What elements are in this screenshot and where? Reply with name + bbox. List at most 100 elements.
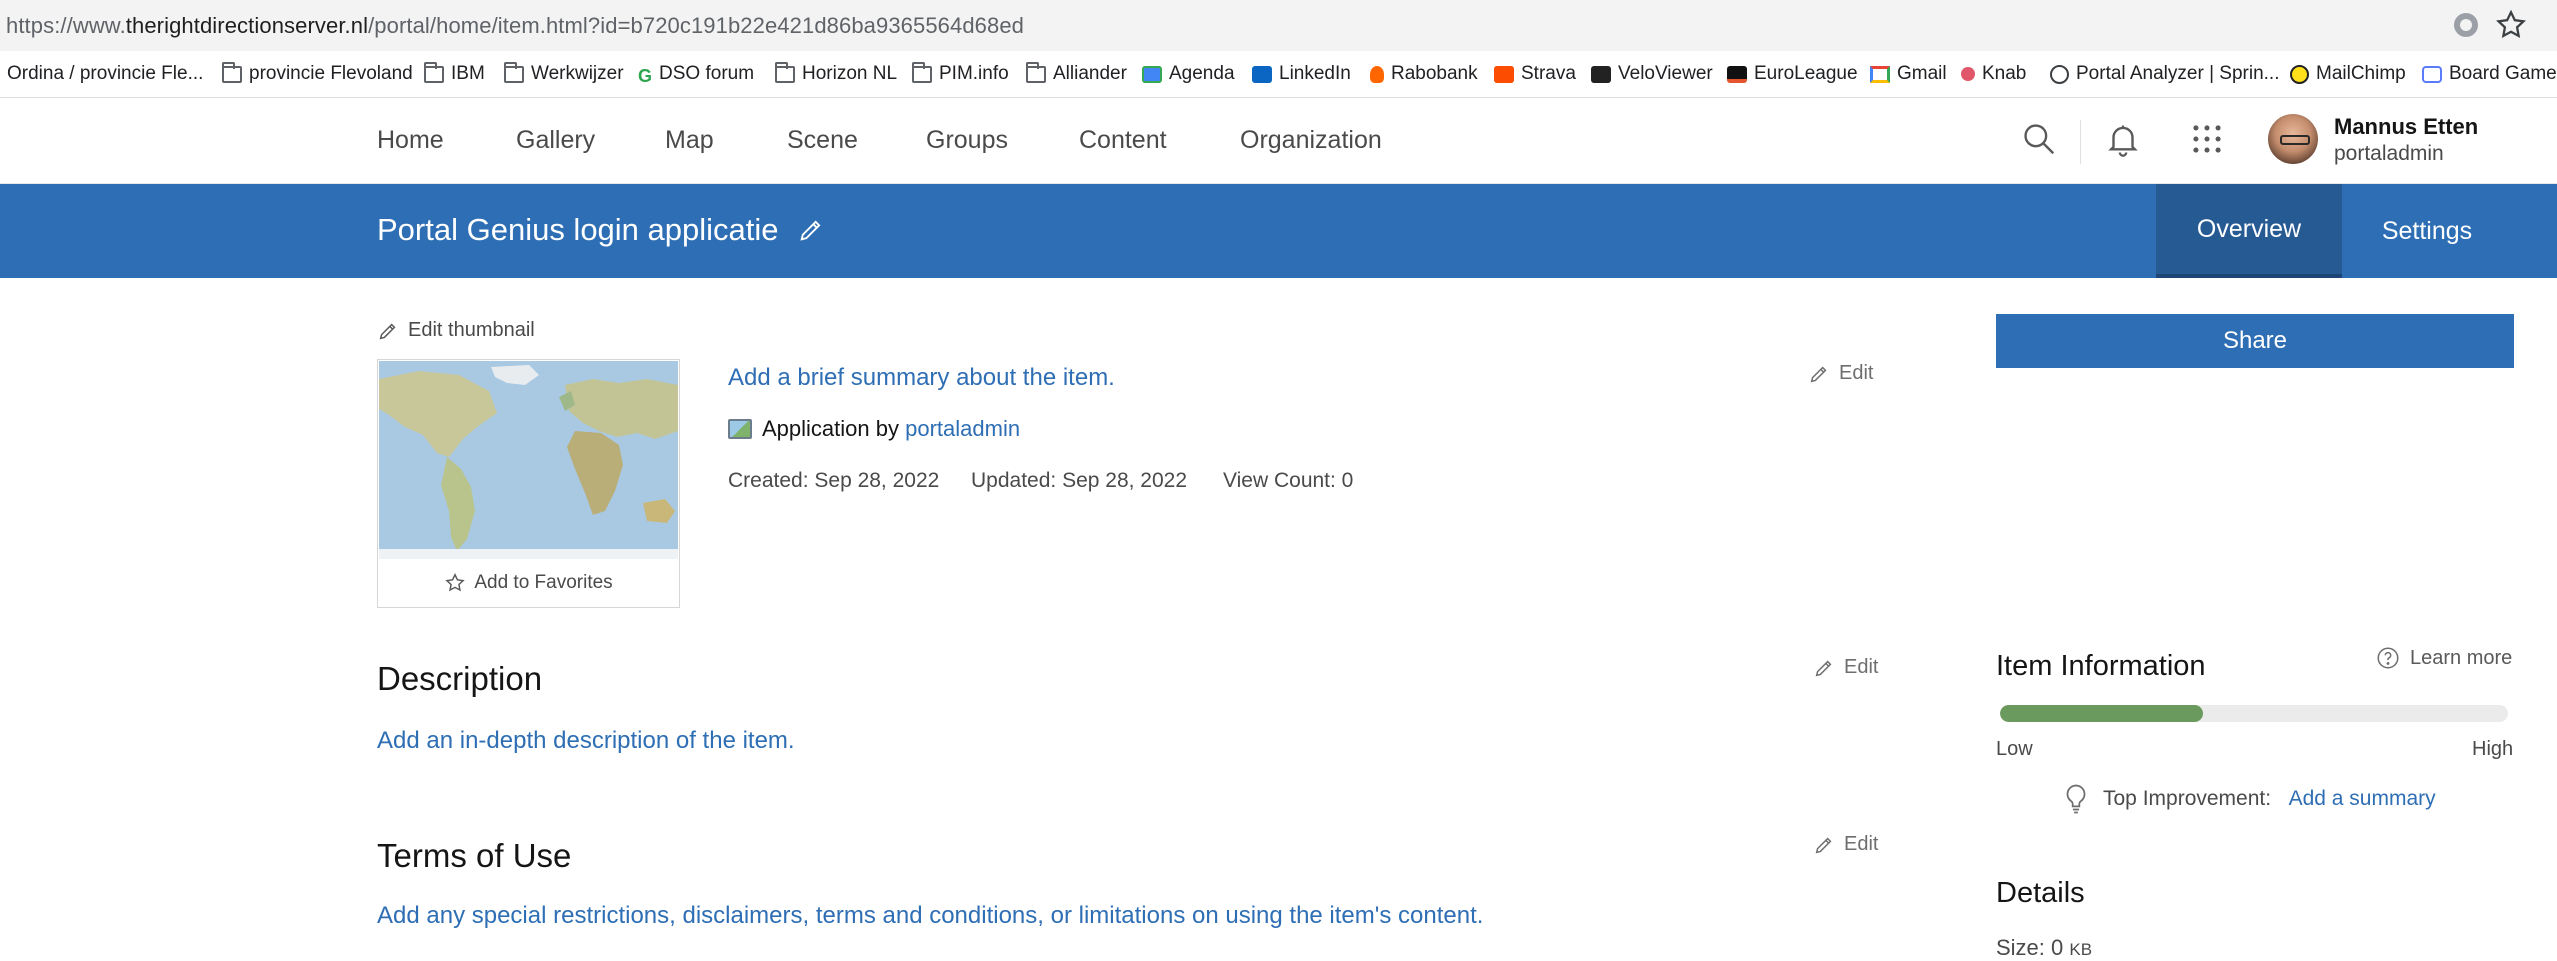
user-login[interactable]: portaladmin [2334, 142, 2444, 166]
edit-label: Edit [1844, 656, 1879, 678]
edit-thumbnail-button[interactable]: Edit thumbnail [377, 319, 535, 342]
bookmark-item[interactable]: EuroLeague [1727, 63, 1858, 85]
description-heading: Description [377, 660, 543, 697]
folder-icon [775, 61, 795, 83]
tab-settings[interactable]: Settings [2342, 184, 2512, 278]
edit-summary-button[interactable]: Edit [1808, 362, 1873, 385]
calendar-icon [1142, 65, 1162, 83]
bookmark-item[interactable]: G DSO forum [638, 63, 754, 86]
nav-content[interactable]: Content [1079, 126, 1167, 155]
euroleague-icon [1727, 65, 1747, 83]
avatar[interactable] [2268, 114, 2318, 164]
folder-icon [424, 61, 444, 83]
bookmark-item[interactable]: Alliander [1026, 61, 1127, 85]
item-thumbnail-world-map [379, 361, 678, 559]
bookmark-item[interactable]: Gmail [1870, 63, 1947, 85]
edit-terms-button[interactable]: Edit [1813, 833, 1878, 856]
add-terms-link[interactable]: Add any special restrictions, disclaimer… [377, 902, 1483, 930]
bookmark-item[interactable]: Board Game [2422, 63, 2557, 85]
bookmark-item[interactable]: Werkwijzer [504, 61, 624, 85]
bookmark-star-icon[interactable] [2494, 8, 2528, 42]
bookmark-item[interactable]: IBM [424, 61, 485, 85]
share-button[interactable]: Share [1996, 314, 2514, 368]
board-game-icon [2422, 65, 2442, 83]
item-type-label: Application by [762, 416, 899, 441]
edit-label: Edit [1844, 833, 1879, 855]
edit-description-button[interactable]: Edit [1813, 656, 1878, 679]
bookmarks-bar: Ordina / provincie Fle... provincie Flev… [0, 51, 2557, 98]
add-description-link[interactable]: Add an in-depth description of the item. [377, 727, 795, 755]
edit-label: Edit [1839, 362, 1874, 384]
owner-link[interactable]: portaladmin [905, 416, 1020, 442]
thumbnail-card: Add to Favorites [377, 359, 680, 608]
notifications-bell-icon[interactable] [2104, 120, 2142, 158]
bookmark-item[interactable]: LinkedIn [1252, 63, 1351, 85]
star-outline-icon [445, 573, 466, 592]
meter-low-label: Low [1996, 738, 2033, 760]
item-information-meter [2000, 705, 2508, 722]
bookmark-item[interactable]: Knab [1961, 63, 2026, 85]
bookmark-item[interactable]: Horizon NL [775, 61, 897, 85]
created-date: Created: Sep 28, 2022 [728, 469, 940, 492]
nav-groups[interactable]: Groups [926, 126, 1008, 155]
portal-top-nav: Home Gallery Map Scene Groups Content Or… [0, 98, 2557, 184]
size-value: Size: 0 [1996, 935, 2064, 960]
search-icon[interactable] [2020, 120, 2058, 158]
terms-of-use-heading: Terms of Use [377, 837, 572, 874]
user-name[interactable]: Mannus Etten [2334, 114, 2478, 140]
add-a-summary-link[interactable]: Add a summary [2289, 787, 2436, 811]
add-to-favorites-button[interactable]: Add to Favorites [378, 563, 679, 603]
meter-high-label: High [2472, 738, 2514, 760]
nav-gallery[interactable]: Gallery [516, 126, 595, 155]
bookmark-item[interactable]: PIM.info [912, 61, 1009, 85]
add-summary-link[interactable]: Add a brief summary about the item. [728, 364, 1115, 392]
gmail-icon [1870, 65, 1890, 83]
nav-divider [2080, 120, 2081, 164]
edit-thumbnail-label: Edit thumbnail [408, 319, 535, 341]
globe-icon [2050, 64, 2069, 84]
veloviewer-icon [1591, 65, 1611, 83]
lightbulb-icon [2066, 784, 2086, 814]
top-improvement: Top Improvement: Add a summary [2063, 783, 2436, 815]
folder-icon [1026, 61, 1046, 83]
browser-address-bar[interactable]: https://www.therightdirectionserver.nl/p… [0, 0, 2557, 51]
strava-icon [1494, 65, 1514, 83]
pencil-icon [379, 323, 396, 339]
application-type-icon [728, 419, 752, 439]
item-information-meter-fill [2000, 705, 2204, 722]
learn-more-link[interactable]: Learn more [2375, 645, 2512, 671]
nav-map[interactable]: Map [665, 126, 714, 155]
item-title-bar: Portal Genius login applicatie Overview … [0, 184, 2557, 278]
folder-icon [912, 61, 932, 83]
app-launcher-grid-icon[interactable] [2188, 120, 2226, 158]
bookmark-item[interactable]: Agenda [1142, 63, 1235, 85]
item-information-heading: Item Information [1996, 650, 2206, 682]
bookmark-item[interactable]: Rabobank [1370, 63, 1478, 85]
pencil-icon [1815, 660, 1832, 676]
extension-icon[interactable] [2454, 13, 2478, 37]
top-improvement-label: Top Improvement: [2103, 787, 2272, 810]
folder-icon [222, 61, 242, 83]
add-to-favorites-label: Add to Favorites [474, 572, 613, 593]
bookmark-item[interactable]: Ordina / provincie Fle... [0, 63, 203, 85]
world-map-image [379, 361, 678, 559]
bookmark-item[interactable]: provincie Flevoland [222, 61, 413, 85]
edit-title-pencil-icon[interactable] [797, 216, 825, 244]
tab-overview[interactable]: Overview [2156, 184, 2342, 278]
item-size: Size: 0 KB [1996, 935, 2092, 961]
url-text[interactable]: https://www.therightdirectionserver.nl/p… [6, 13, 1024, 39]
nav-scene[interactable]: Scene [787, 126, 858, 155]
pencil-icon [1810, 366, 1827, 382]
updated-date: Updated: Sep 28, 2022 [971, 469, 1188, 492]
rabobank-icon [1370, 65, 1384, 83]
item-type-line: Application by portaladmin [728, 416, 1020, 442]
nav-home[interactable]: Home [377, 126, 444, 155]
bookmark-item[interactable]: MailChimp [2290, 63, 2406, 85]
dso-icon: G [638, 65, 653, 86]
linkedin-icon [1252, 65, 1272, 83]
nav-organization[interactable]: Organization [1240, 126, 1382, 155]
bookmark-item[interactable]: Portal Analyzer | Sprin... [2050, 63, 2279, 85]
size-unit: KB [2069, 940, 2093, 959]
bookmark-item[interactable]: Strava [1494, 63, 1576, 85]
bookmark-item[interactable]: VeloViewer [1591, 63, 1713, 85]
